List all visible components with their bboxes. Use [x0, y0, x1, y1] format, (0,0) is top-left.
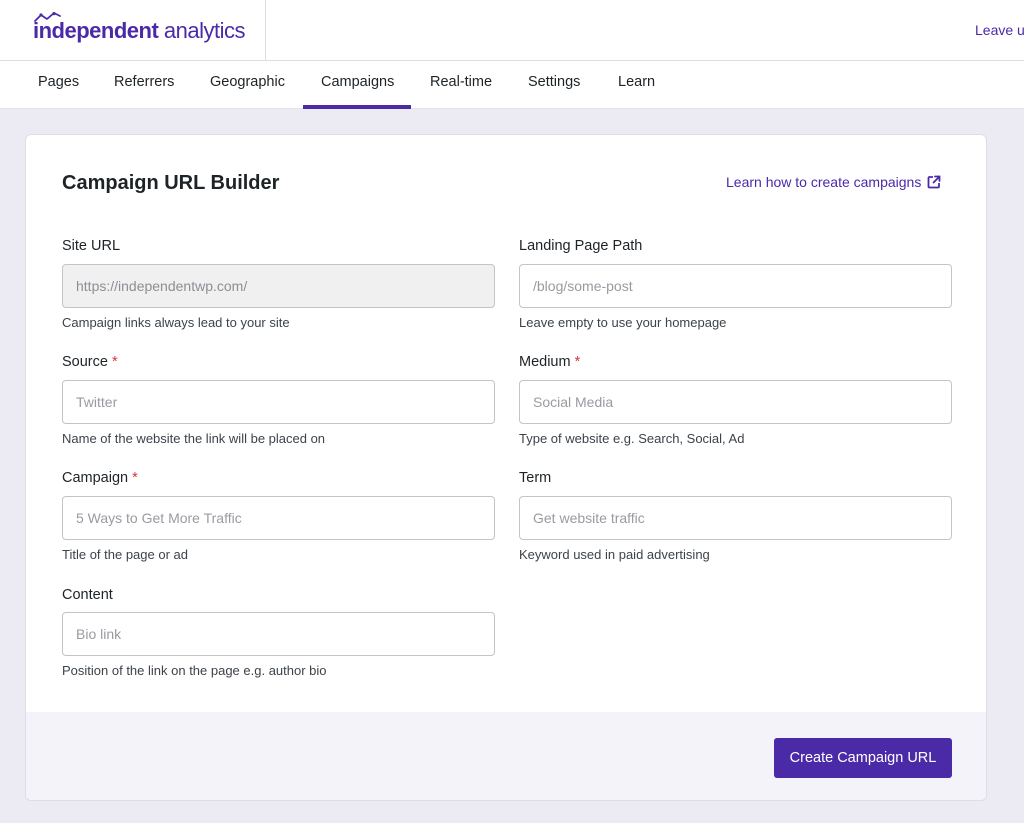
tab-settings[interactable]: Settings — [528, 61, 580, 109]
campaign-label: Campaign * — [62, 470, 138, 486]
landing-path-help: Leave empty to use your homepage — [519, 315, 727, 330]
leave-review-link[interactable]: Leave u — [975, 22, 1024, 38]
source-label: Source * — [62, 354, 118, 370]
tab-learn[interactable]: Learn — [618, 61, 655, 109]
required-marker: * — [574, 354, 581, 370]
brand-name-light: analytics — [158, 18, 246, 43]
tab-campaigns[interactable]: Campaigns — [321, 61, 394, 109]
tab-geographic[interactable]: Geographic — [210, 61, 285, 109]
content-input[interactable] — [62, 612, 495, 656]
required-marker: * — [111, 354, 118, 370]
top-header: independent analytics Leave u — [0, 0, 1024, 61]
site-url-label: Site URL — [62, 238, 121, 254]
medium-help: Type of website e.g. Search, Social, Ad — [519, 431, 745, 446]
campaign-builder-card: Campaign URL Builder Learn how to create… — [25, 134, 987, 801]
term-label: Term — [519, 470, 552, 486]
logo-area: independent analytics — [0, 0, 266, 60]
brand-logo[interactable]: independent analytics — [33, 18, 245, 44]
content-help: Position of the link on the page e.g. au… — [62, 663, 327, 678]
site-url-help: Campaign links always lead to your site — [62, 315, 290, 330]
brand-name-bold: independent — [33, 18, 159, 43]
medium-label: Medium * — [519, 354, 580, 370]
landing-path-input[interactable] — [519, 264, 952, 308]
medium-label-text: Medium — [519, 354, 571, 370]
learn-link-label: Learn how to create campaigns — [726, 174, 922, 190]
source-input[interactable] — [62, 380, 495, 424]
campaign-input[interactable] — [62, 496, 495, 540]
campaign-label-text: Campaign — [62, 470, 129, 486]
term-help: Keyword used in paid advertising — [519, 547, 710, 562]
required-marker: * — [132, 470, 138, 486]
source-help: Name of the website the link will be pla… — [62, 431, 326, 446]
tab-real-time[interactable]: Real-time — [430, 61, 492, 109]
content-label: Content — [62, 587, 113, 603]
campaign-help: Title of the page or ad — [62, 547, 188, 562]
learn-campaigns-link[interactable]: Learn how to create campaigns — [726, 174, 941, 190]
external-link-icon — [927, 175, 941, 189]
create-campaign-url-button[interactable]: Create Campaign URL — [774, 738, 952, 778]
medium-input[interactable] — [519, 380, 952, 424]
landing-path-label: Landing Page Path — [519, 238, 643, 254]
card-title: Campaign URL Builder — [62, 172, 280, 194]
source-label-text: Source — [62, 354, 108, 370]
site-url-input — [62, 264, 495, 308]
tab-referrers[interactable]: Referrers — [114, 61, 174, 109]
term-input[interactable] — [519, 496, 952, 540]
tab-pages[interactable]: Pages — [38, 61, 79, 109]
main-nav: Pages Referrers Geographic Campaigns Rea… — [0, 61, 1024, 109]
active-tab-indicator — [303, 105, 411, 109]
